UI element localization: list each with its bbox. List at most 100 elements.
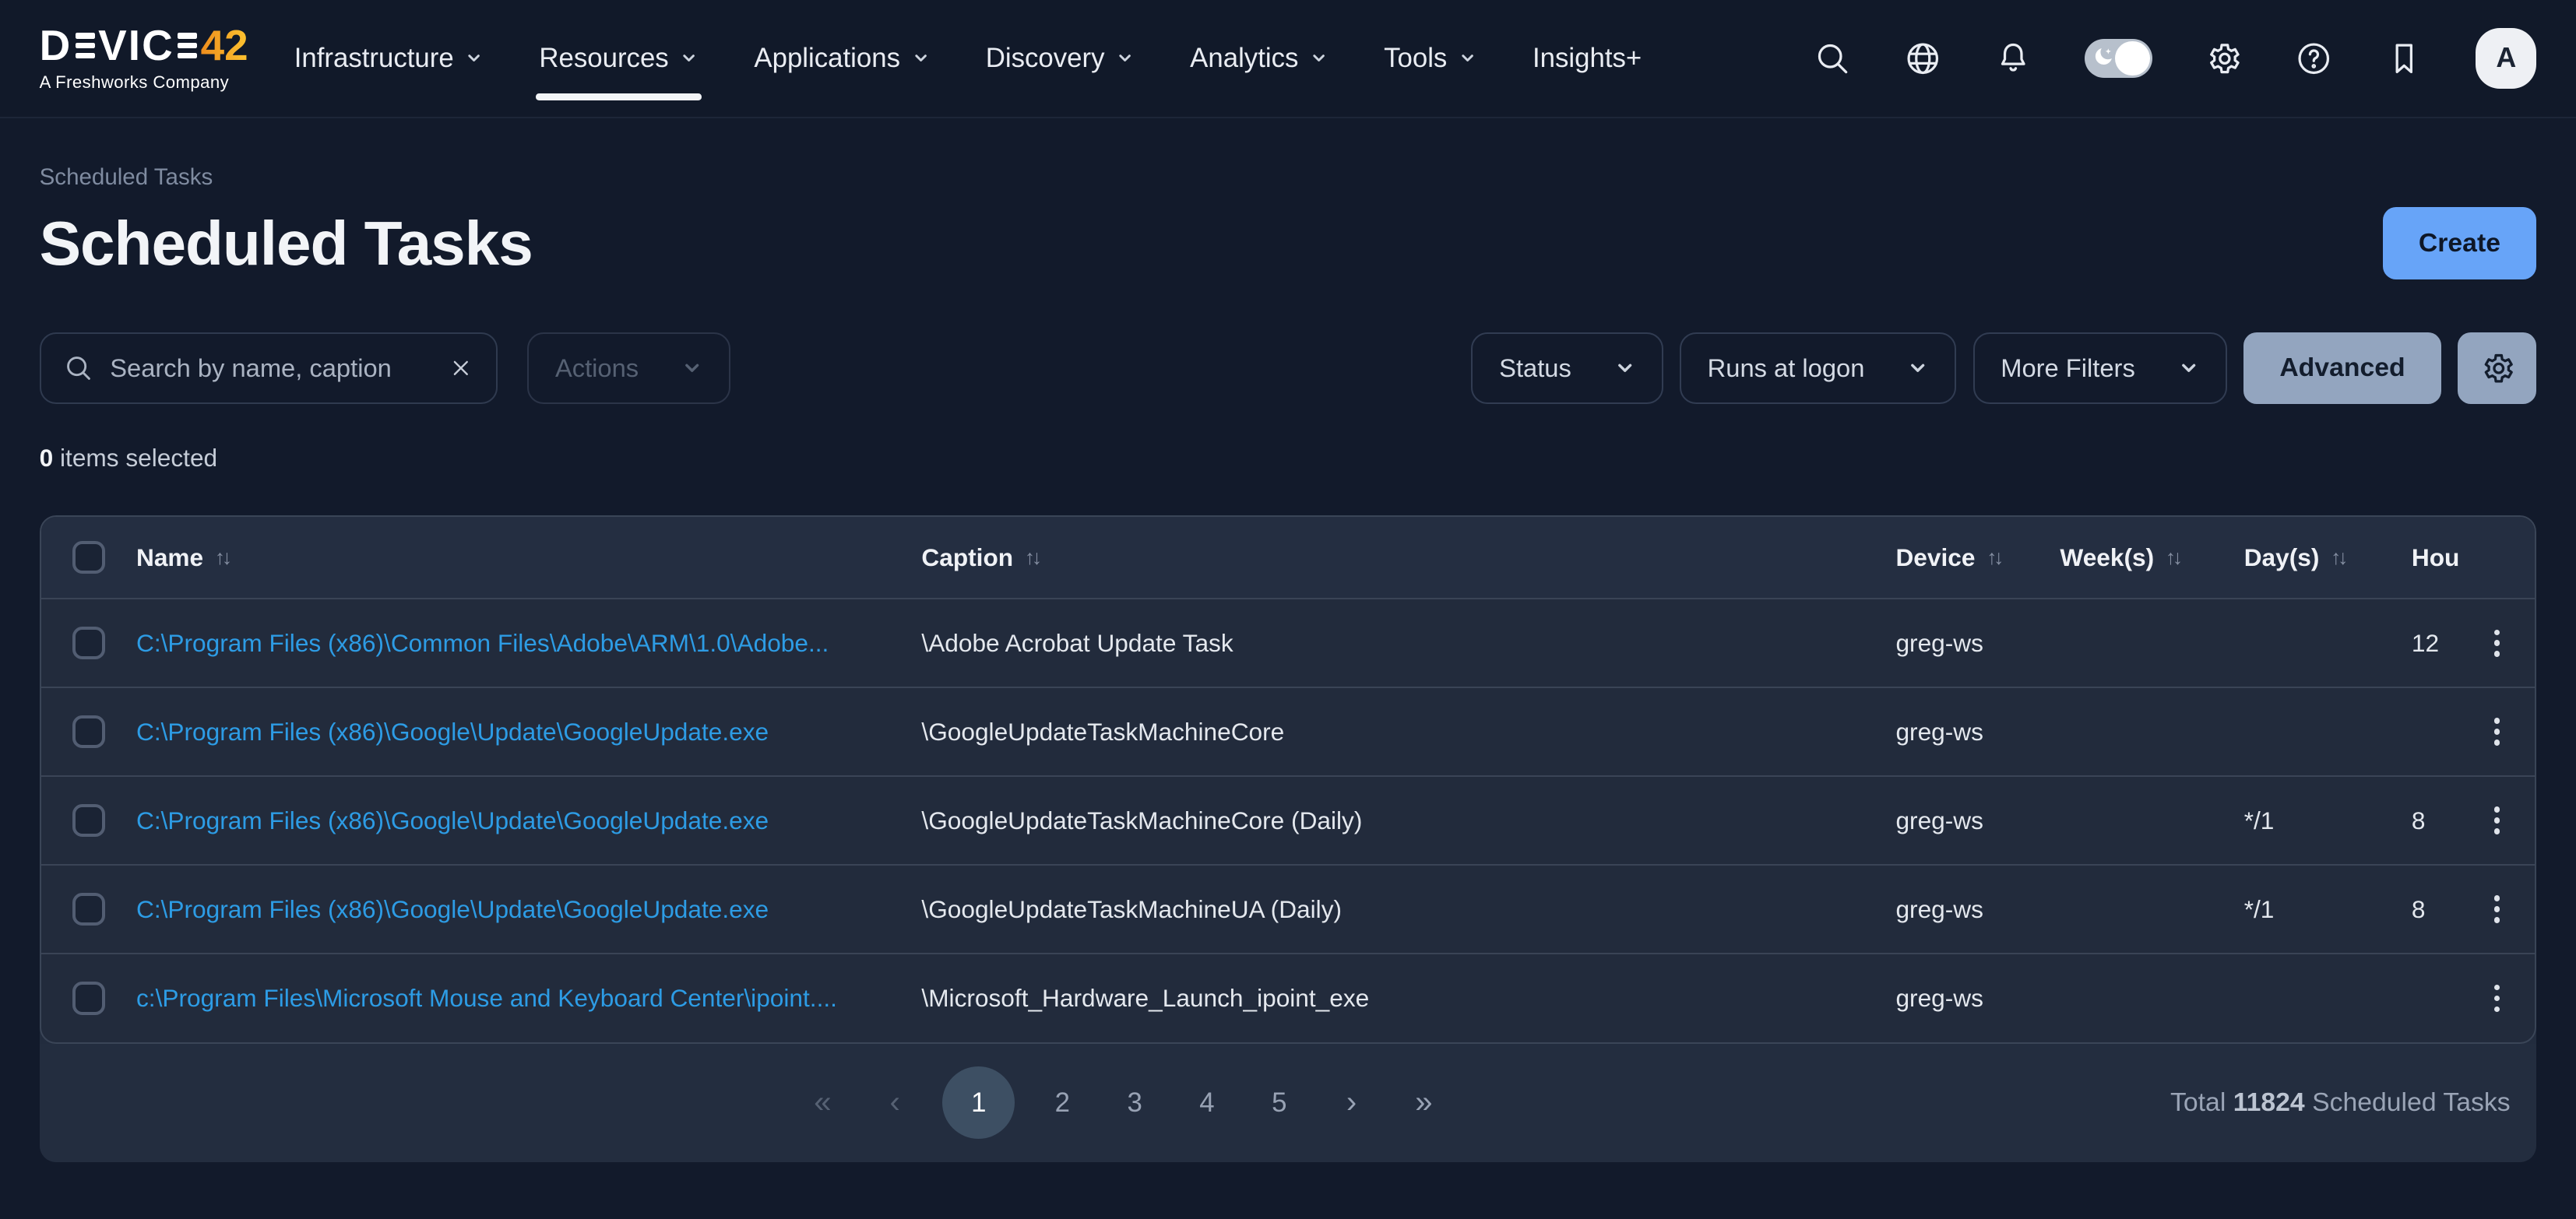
search-icon[interactable]: [1814, 40, 1852, 78]
column-header-weeks[interactable]: Week(s)↑↓: [2060, 517, 2243, 599]
sort-icon[interactable]: ↑↓: [2331, 546, 2348, 570]
row-actions-kebab-icon[interactable]: [2480, 982, 2513, 1016]
column-header-name[interactable]: Name↑↓: [136, 517, 921, 599]
help-icon[interactable]: [2295, 40, 2333, 78]
column-header-inner[interactable]: Day(s)↑↓: [2244, 543, 2412, 572]
next-page-button[interactable]: ›: [1327, 1066, 1376, 1139]
row-checkbox[interactable]: [72, 893, 105, 926]
column-header-menu: [2480, 517, 2536, 599]
column-label: Device: [1895, 543, 1975, 572]
row-checkbox[interactable]: [72, 982, 105, 1014]
more-filters-filter-dropdown[interactable]: More Filters: [1973, 332, 2227, 405]
chevron-down-icon: [2178, 357, 2199, 378]
nav-item-tools[interactable]: Tools: [1384, 30, 1476, 87]
cell-caption: \Adobe Acrobat Update Task: [921, 599, 1895, 687]
cell-caption: \GoogleUpdateTaskMachineCore (Daily): [921, 776, 1895, 865]
globe-icon[interactable]: [1904, 40, 1942, 78]
sort-icon[interactable]: ↑↓: [2166, 546, 2183, 570]
logo-42: 42: [201, 24, 248, 67]
device42-logo[interactable]: D VIC 42 A Freshworks Company: [40, 24, 248, 92]
page-button-5[interactable]: 5: [1255, 1066, 1304, 1139]
last-page-button[interactable]: »: [1399, 1066, 1448, 1139]
row-actions-kebab-icon[interactable]: [2480, 715, 2513, 749]
cell-device: greg-ws: [1895, 599, 2060, 687]
nav-item-analytics[interactable]: Analytics: [1190, 30, 1328, 87]
column-header-inner[interactable]: Name↑↓: [136, 543, 921, 572]
cell-value: 8: [2412, 806, 2426, 834]
actions-dropdown[interactable]: Actions: [527, 332, 730, 405]
table-settings-button[interactable]: [2458, 332, 2536, 405]
bookmark-icon[interactable]: [2385, 40, 2423, 78]
first-page-button[interactable]: «: [798, 1066, 847, 1139]
cell-caption: \GoogleUpdateTaskMachineUA (Daily): [921, 865, 1895, 954]
select-all-checkbox[interactable]: [72, 541, 105, 574]
row-actions-kebab-icon[interactable]: [2480, 626, 2513, 660]
cell-value: */1: [2244, 895, 2275, 923]
nav-item-insights-[interactable]: Insights+: [1533, 30, 1642, 87]
row-actions-kebab-icon[interactable]: [2480, 803, 2513, 838]
user-avatar[interactable]: A: [2476, 28, 2536, 89]
sort-icon[interactable]: ↑↓: [1987, 546, 2004, 570]
cell-days: [2244, 954, 2412, 1042]
sort-icon[interactable]: ↑↓: [215, 546, 232, 570]
page-button-2[interactable]: 2: [1038, 1066, 1087, 1139]
search-input[interactable]: [110, 353, 432, 383]
cell-days: */1: [2244, 776, 2412, 865]
table-body: C:\Program Files (x86)\Common Files\Adob…: [41, 599, 2537, 1042]
nav-item-label: Analytics: [1190, 43, 1298, 74]
cell-menu: [2480, 776, 2536, 865]
cell-value: \Microsoft_Hardware_Launch_ipoint_exe: [921, 984, 1369, 1012]
previous-page-button[interactable]: ‹: [871, 1066, 920, 1139]
runs-at-logon-filter-dropdown[interactable]: Runs at logon: [1680, 332, 1956, 405]
cell-name: C:\Program Files (x86)\Common Files\Adob…: [136, 599, 921, 687]
row-checkbox[interactable]: [72, 627, 105, 659]
page-button-1[interactable]: 1: [942, 1066, 1015, 1139]
task-name-link[interactable]: c:\Program Files\Microsoft Mouse and Key…: [136, 984, 837, 1012]
column-header-days[interactable]: Day(s)↑↓: [2244, 517, 2412, 599]
cell-value: greg-ws: [1895, 629, 1983, 657]
bell-icon[interactable]: [1994, 40, 2032, 78]
nav-item-label: Infrastructure: [294, 43, 454, 74]
clear-search-icon[interactable]: [449, 356, 473, 381]
row-checkbox[interactable]: [72, 715, 105, 748]
cell-check: [41, 599, 136, 687]
page-title: Scheduled Tasks: [40, 207, 533, 279]
table-row: C:\Program Files (x86)\Google\Update\Goo…: [41, 687, 2537, 776]
task-name-link[interactable]: C:\Program Files (x86)\Common Files\Adob…: [136, 629, 829, 657]
cell-weeks: [2060, 865, 2243, 954]
items-selected-text: 0 items selected: [40, 444, 2537, 472]
column-header-device[interactable]: Device ↑↓: [1895, 517, 2060, 599]
scheduled-tasks-card: Name↑↓Caption↑↓Device↑↓Week(s)↑↓Day(s)↑↓…: [40, 515, 2537, 1162]
cell-hours: [2412, 954, 2481, 1042]
page-button-3[interactable]: 3: [1110, 1066, 1160, 1139]
task-name-link[interactable]: C:\Program Files (x86)\Google\Update\Goo…: [136, 806, 769, 834]
filter-buttons: StatusRuns at logonMore FiltersAdvanced: [1471, 332, 2536, 405]
task-name-link[interactable]: C:\Program Files (x86)\Google\Update\Goo…: [136, 718, 769, 746]
column-header-inner[interactable]: Device ↑↓: [1895, 543, 2060, 572]
column-header-inner: Hou: [2412, 543, 2481, 572]
table-row: C:\Program Files (x86)\Google\Update\Goo…: [41, 776, 2537, 865]
nav-item-infrastructure[interactable]: Infrastructure: [294, 30, 484, 87]
column-header-caption[interactable]: Caption↑↓: [921, 517, 1895, 599]
cell-value: greg-ws: [1895, 984, 1983, 1012]
row-checkbox[interactable]: [72, 804, 105, 837]
create-button[interactable]: Create: [2383, 207, 2537, 279]
nav-item-applications[interactable]: Applications: [754, 30, 930, 87]
column-header-inner[interactable]: Caption↑↓: [921, 543, 1895, 572]
gear-icon[interactable]: [2205, 40, 2243, 78]
nav-item-label: Resources: [539, 43, 668, 74]
cell-weeks: [2060, 954, 2243, 1042]
row-actions-kebab-icon[interactable]: [2480, 892, 2513, 926]
column-header-inner[interactable]: Week(s)↑↓: [2060, 543, 2243, 572]
status-filter-dropdown[interactable]: Status: [1471, 332, 1663, 405]
cell-caption: \GoogleUpdateTaskMachineCore: [921, 687, 1895, 776]
dark-mode-toggle[interactable]: [2085, 39, 2152, 79]
breadcrumb[interactable]: Scheduled Tasks: [40, 164, 2537, 191]
page-button-4[interactable]: 4: [1182, 1066, 1231, 1139]
sort-icon[interactable]: ↑↓: [1025, 546, 1042, 570]
nav-item-discovery[interactable]: Discovery: [986, 30, 1135, 87]
advanced-button[interactable]: Advanced: [2243, 332, 2441, 405]
toggle-knob: [2115, 41, 2149, 76]
task-name-link[interactable]: C:\Program Files (x86)\Google\Update\Goo…: [136, 895, 769, 923]
nav-item-resources[interactable]: Resources: [539, 30, 698, 87]
